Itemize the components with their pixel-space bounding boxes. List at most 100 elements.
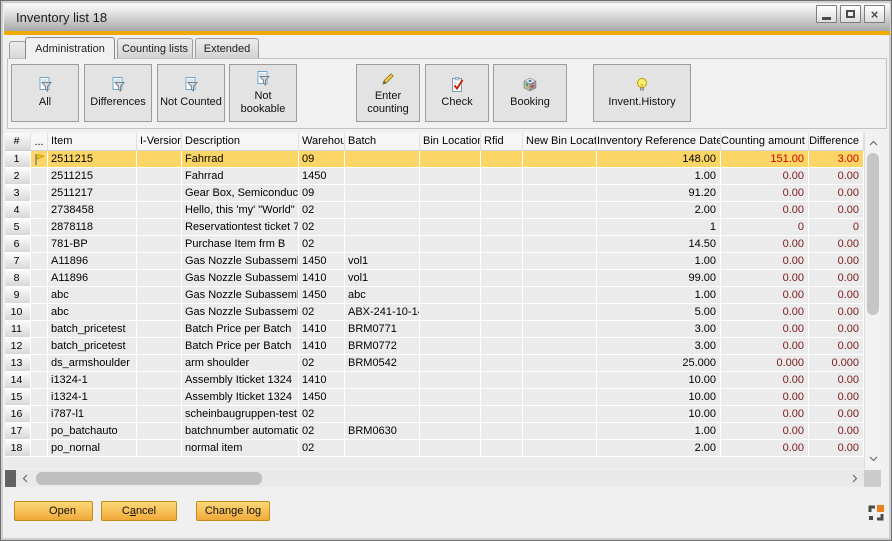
- cell-difference[interactable]: 0.00: [809, 321, 864, 338]
- cell-item[interactable]: i1324-1: [48, 389, 137, 406]
- cell-iversion[interactable]: [137, 287, 182, 304]
- cell-description[interactable]: arm shoulder: [182, 355, 299, 372]
- cell-bin_location[interactable]: [420, 270, 481, 287]
- cell-new_bin_location[interactable]: [523, 236, 597, 253]
- cell-description[interactable]: Batch Price per Batch: [182, 338, 299, 355]
- cell-item[interactable]: abc: [48, 287, 137, 304]
- cell-difference[interactable]: 0.00: [809, 406, 864, 423]
- cell-num[interactable]: 6: [5, 236, 31, 253]
- table-row[interactable]: 12batch_pricetestBatch Price per Batch14…: [5, 338, 864, 355]
- cell-inventory_reference[interactable]: 2.00: [597, 440, 721, 457]
- table-row[interactable]: 8A11896Gas Nozzle Subassembly,1410vol199…: [5, 270, 864, 287]
- column-header-rfid[interactable]: Rfid: [481, 133, 523, 150]
- cell-dots[interactable]: [31, 304, 48, 321]
- cell-rfid[interactable]: [481, 287, 523, 304]
- cell-iversion[interactable]: [137, 236, 182, 253]
- cell-item[interactable]: i1324-1: [48, 372, 137, 389]
- minimize-button[interactable]: [816, 5, 837, 23]
- booking-button[interactable]: Booking: [493, 64, 567, 122]
- cell-iversion[interactable]: [137, 338, 182, 355]
- cell-batch[interactable]: [345, 440, 420, 457]
- cell-dots[interactable]: [31, 202, 48, 219]
- cell-difference[interactable]: 0.00: [809, 287, 864, 304]
- cell-counting_amount[interactable]: 0.00: [721, 389, 809, 406]
- horizontal-scrollbar-thumb[interactable]: [36, 472, 262, 485]
- cell-warehouse[interactable]: 02: [299, 219, 345, 236]
- cell-new_bin_location[interactable]: [523, 202, 597, 219]
- cell-dots[interactable]: [31, 236, 48, 253]
- cell-inventory_reference[interactable]: 3.00: [597, 338, 721, 355]
- cell-item[interactable]: 2738458: [48, 202, 137, 219]
- cell-item[interactable]: 2878118: [48, 219, 137, 236]
- vertical-scrollbar[interactable]: [864, 133, 881, 469]
- cell-difference[interactable]: 0.00: [809, 253, 864, 270]
- cell-difference[interactable]: 0.00: [809, 372, 864, 389]
- cell-warehouse[interactable]: 02: [299, 236, 345, 253]
- cell-item[interactable]: po_batchauto: [48, 423, 137, 440]
- table-row[interactable]: 15i1324-1Assembly Iticket 1324145010.000…: [5, 389, 864, 406]
- cell-iversion[interactable]: [137, 202, 182, 219]
- cell-iversion[interactable]: [137, 372, 182, 389]
- cell-dots[interactable]: [31, 372, 48, 389]
- cell-rfid[interactable]: [481, 168, 523, 185]
- cell-counting_amount[interactable]: 0.00: [721, 185, 809, 202]
- filter-all-button[interactable]: All: [11, 64, 79, 122]
- cell-difference[interactable]: 0.00: [809, 168, 864, 185]
- cell-num[interactable]: 14: [5, 372, 31, 389]
- cell-counting_amount[interactable]: 0.00: [721, 270, 809, 287]
- cell-batch[interactable]: vol1: [345, 270, 420, 287]
- cell-description[interactable]: batchnumber automatic batch: [182, 423, 299, 440]
- cell-num[interactable]: 17: [5, 423, 31, 440]
- cell-rfid[interactable]: [481, 389, 523, 406]
- column-header-new-bin-location[interactable]: New Bin Location: [523, 133, 597, 150]
- column-header-bin-location[interactable]: Bin Location: [420, 133, 481, 150]
- cell-counting_amount[interactable]: 0.00: [721, 338, 809, 355]
- cell-counting_amount[interactable]: 0.00: [721, 304, 809, 321]
- cell-bin_location[interactable]: [420, 151, 481, 168]
- column-header-difference[interactable]: Difference: [809, 133, 864, 150]
- cell-item[interactable]: i787-l1: [48, 406, 137, 423]
- cell-counting_amount[interactable]: 0.000: [721, 355, 809, 372]
- cell-difference[interactable]: 0.000: [809, 355, 864, 372]
- cell-difference[interactable]: 0.00: [809, 270, 864, 287]
- cell-new_bin_location[interactable]: [523, 423, 597, 440]
- cell-description[interactable]: Gas Nozzle Subassembly,: [182, 270, 299, 287]
- table-row[interactable]: 32511217Gear Box, Semiconductor0991.200.…: [5, 185, 864, 202]
- cell-description[interactable]: scheinbaugruppen-test: [182, 406, 299, 423]
- cell-counting_amount[interactable]: 0.00: [721, 236, 809, 253]
- cell-warehouse[interactable]: 09: [299, 151, 345, 168]
- open-button[interactable]: Open: [14, 501, 93, 521]
- cell-difference[interactable]: 0.00: [809, 389, 864, 406]
- cell-bin_location[interactable]: [420, 338, 481, 355]
- cell-description[interactable]: normal item: [182, 440, 299, 457]
- cell-num[interactable]: 10: [5, 304, 31, 321]
- cell-difference[interactable]: 0.00: [809, 236, 864, 253]
- change-log-button[interactable]: Change log: [196, 501, 270, 521]
- cell-bin_location[interactable]: [420, 406, 481, 423]
- cell-bin_location[interactable]: [420, 202, 481, 219]
- cancel-button[interactable]: Cancel: [101, 501, 177, 521]
- cell-bin_location[interactable]: [420, 185, 481, 202]
- cell-warehouse[interactable]: 02: [299, 406, 345, 423]
- cell-new_bin_location[interactable]: [523, 270, 597, 287]
- cell-batch[interactable]: [345, 389, 420, 406]
- cell-dots[interactable]: [31, 423, 48, 440]
- column-header-item[interactable]: Item: [48, 133, 137, 150]
- cell-dots[interactable]: [31, 168, 48, 185]
- cell-warehouse[interactable]: 1450: [299, 389, 345, 406]
- cell-description[interactable]: Fahrrad: [182, 168, 299, 185]
- cell-batch[interactable]: BRM0771: [345, 321, 420, 338]
- vertical-scrollbar-thumb[interactable]: [867, 153, 879, 315]
- cell-warehouse[interactable]: 1450: [299, 253, 345, 270]
- cell-inventory_reference[interactable]: 10.00: [597, 389, 721, 406]
- cell-new_bin_location[interactable]: [523, 219, 597, 236]
- cell-rfid[interactable]: [481, 440, 523, 457]
- cell-rfid[interactable]: [481, 355, 523, 372]
- table-row[interactable]: 22511215Fahrrad14501.000.000.00: [5, 168, 864, 185]
- cell-difference[interactable]: 3.00: [809, 151, 864, 168]
- cell-batch[interactable]: [345, 151, 420, 168]
- cell-new_bin_location[interactable]: [523, 185, 597, 202]
- cell-warehouse[interactable]: 1410: [299, 338, 345, 355]
- cell-new_bin_location[interactable]: [523, 287, 597, 304]
- cell-bin_location[interactable]: [420, 423, 481, 440]
